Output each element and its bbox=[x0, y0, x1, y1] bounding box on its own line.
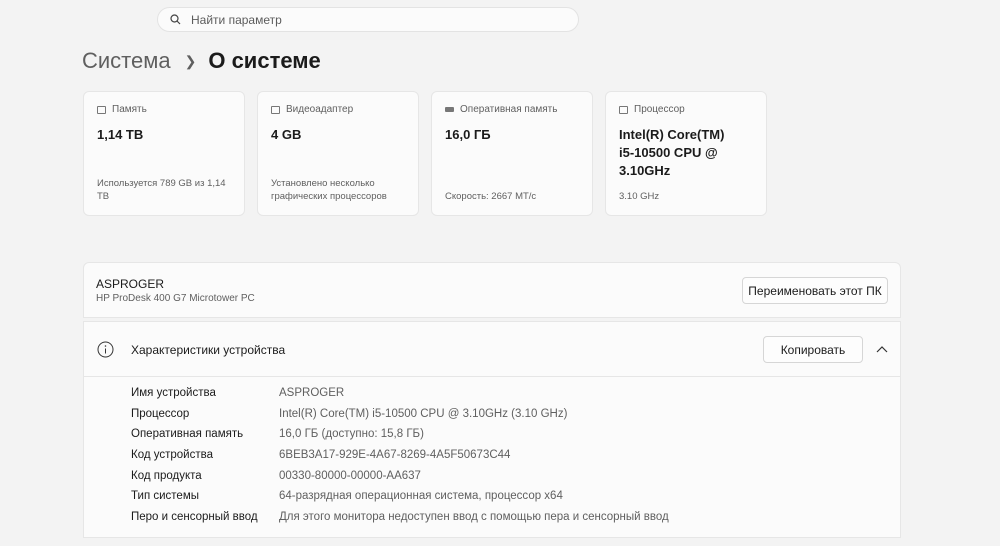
card-title: Процессор bbox=[634, 104, 685, 115]
specs-header[interactable]: Характеристики устройства Копировать bbox=[83, 321, 901, 377]
card-sub: 3.10 GHz bbox=[619, 191, 660, 202]
spec-label: Процессор bbox=[131, 407, 190, 420]
spec-value[interactable]: ASPROGER bbox=[279, 387, 344, 399]
breadcrumb-parent[interactable]: Система bbox=[82, 48, 171, 74]
card-sub: Скорость: 2667 MT/c bbox=[445, 191, 537, 202]
card-title: Видеоадаптер bbox=[286, 104, 354, 115]
spec-row: Тип системы 64-разрядная операционная сис… bbox=[131, 486, 900, 507]
ram-icon bbox=[445, 107, 454, 112]
spec-row: Оперативная память 16,0 ГБ (доступно: 15,… bbox=[131, 424, 900, 445]
card-value: Intel(R) Core(TM) i5-10500 CPU @ 3.10GHz bbox=[619, 127, 725, 178]
spec-value[interactable]: Для этого монитора недоступен ввод с пом… bbox=[279, 511, 669, 523]
search-placeholder: Найти параметр bbox=[191, 12, 282, 27]
spec-value[interactable]: Intel(R) Core(TM) i5-10500 CPU @ 3.10GHz… bbox=[279, 408, 567, 420]
cpu-icon bbox=[619, 105, 628, 114]
spec-row: Процессор Intel(R) Core(TM) i5-10500 CPU … bbox=[131, 404, 900, 425]
info-icon bbox=[97, 341, 114, 358]
spec-row: Код продукта 00330-80000-00000-AA637 bbox=[131, 465, 900, 486]
rename-pc-button[interactable]: Переименовать этот ПК bbox=[742, 277, 888, 304]
card-title: Память bbox=[112, 104, 147, 115]
card-sub: Используется 789 GB из 1,14 TB bbox=[97, 178, 226, 202]
device-name: ASPROGER bbox=[96, 277, 165, 291]
specs-title: Характеристики устройства bbox=[131, 343, 286, 357]
cpu-card[interactable]: Процессор Intel(R) Core(TM) i5-10500 CPU… bbox=[605, 91, 767, 216]
card-value: 16,0 ГБ bbox=[445, 127, 491, 142]
ram-card[interactable]: Оперативная память 16,0 ГБ Скорость: 266… bbox=[431, 91, 593, 216]
spec-label: Код продукта bbox=[131, 469, 202, 482]
gpu-card[interactable]: Видеоадаптер 4 GB Установлено несколько … bbox=[257, 91, 419, 216]
chevron-up-icon[interactable] bbox=[876, 345, 888, 353]
spec-label: Имя устройства bbox=[131, 387, 216, 400]
spec-value[interactable]: 16,0 ГБ (доступно: 15,8 ГБ) bbox=[279, 428, 424, 440]
search-icon bbox=[170, 14, 181, 25]
card-sub: Установлено несколько графических процес… bbox=[271, 178, 387, 202]
card-value: 4 GB bbox=[271, 127, 302, 142]
breadcrumb: Система ❯ О системе bbox=[82, 48, 321, 74]
device-panel: ASPROGER HP ProDesk 400 G7 Microtower PC… bbox=[83, 262, 901, 318]
copy-button[interactable]: Копировать bbox=[763, 336, 863, 363]
card-title: Оперативная память bbox=[460, 104, 558, 115]
spec-value[interactable]: 00330-80000-00000-AA637 bbox=[279, 470, 421, 482]
page-title: О системе bbox=[208, 48, 321, 73]
chevron-right-icon: ❯ bbox=[184, 52, 197, 69]
card-value: 1,14 TB bbox=[97, 127, 144, 142]
search-input[interactable]: Найти параметр bbox=[157, 7, 579, 32]
specs-details: Имя устройства ASPROGER Процессор Intel(R) … bbox=[83, 376, 901, 538]
gpu-icon bbox=[271, 105, 280, 114]
spec-row: Код устройства 6BEB3A17-929E-4A67-8269-4A… bbox=[131, 445, 900, 466]
spec-row: Перо и сенсорный ввод Для этого монитора … bbox=[131, 507, 900, 528]
device-model: HP ProDesk 400 G7 Microtower PC bbox=[96, 293, 255, 304]
spec-row: Имя устройства ASPROGER bbox=[131, 383, 900, 404]
spec-label: Перо и сенсорный ввод bbox=[131, 510, 258, 523]
spec-value[interactable]: 64-разрядная операционная система, проце… bbox=[279, 490, 563, 502]
storage-icon bbox=[97, 105, 106, 114]
spec-value[interactable]: 6BEB3A17-929E-4A67-8269-4A5F50673C44 bbox=[279, 449, 510, 461]
storage-card[interactable]: Память 1,14 TB Используется 789 GB из 1,… bbox=[83, 91, 245, 216]
spec-label: Тип системы bbox=[131, 490, 199, 503]
spec-label: Код устройства bbox=[131, 449, 213, 462]
spec-label: Оперативная память bbox=[131, 428, 244, 441]
